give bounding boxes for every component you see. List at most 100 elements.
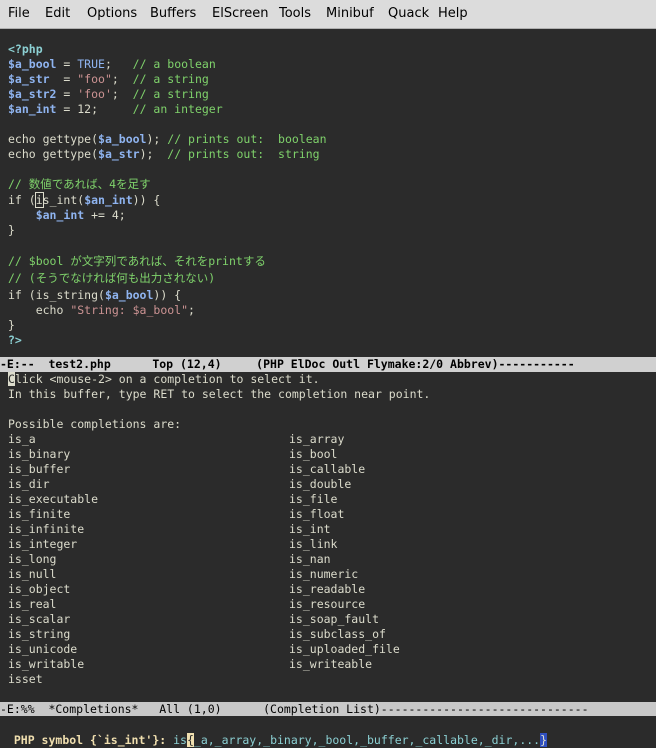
code-text: = bbox=[56, 87, 78, 101]
code-line: // (そうでなければ何も出力されない) bbox=[8, 271, 215, 286]
menu-elscreen[interactable]: ElScreen bbox=[212, 6, 269, 21]
comment: // (そうでなければ何も出力されない) bbox=[8, 271, 216, 285]
code-text: ; bbox=[188, 303, 195, 317]
completion-item[interactable]: is_writable bbox=[8, 657, 84, 672]
comment: // prints out: string bbox=[167, 147, 320, 161]
variable: $a_str bbox=[8, 72, 50, 86]
completion-item[interactable]: is_a bbox=[8, 432, 36, 447]
completion-item[interactable]: is_writeable bbox=[289, 657, 372, 672]
completion-item[interactable]: is_scalar bbox=[8, 612, 70, 627]
completion-item[interactable]: isset bbox=[8, 672, 43, 687]
variable: $a_str2 bbox=[8, 87, 57, 101]
code-text: ); bbox=[146, 132, 168, 146]
code-text: = bbox=[56, 57, 78, 71]
minibuffer-input[interactable]: is bbox=[173, 733, 187, 747]
code-line: // 数値であれば、4を足す bbox=[8, 177, 151, 192]
code-text: )) { bbox=[132, 193, 161, 207]
comment: // prints out: boolean bbox=[167, 132, 327, 146]
menu-minibuf[interactable]: Minibuf bbox=[326, 6, 374, 21]
string-literal: "String: $a_bool" bbox=[70, 303, 189, 317]
code-text: if ( bbox=[8, 193, 36, 207]
minibuffer-candidates: _a,_array,_binary,_bool,_buffer,_callabl… bbox=[193, 733, 541, 747]
completion-item[interactable]: is_integer bbox=[8, 537, 77, 552]
minibuffer-prompt: PHP symbol {`is_int'}: bbox=[13, 733, 174, 747]
completion-item[interactable]: is_subclass_of bbox=[289, 627, 386, 642]
code-text: ; bbox=[111, 72, 133, 86]
completion-item[interactable]: is_soap_fault bbox=[289, 612, 379, 627]
minibuffer-candidates-close: } bbox=[540, 733, 548, 747]
completion-item[interactable]: is_infinite bbox=[8, 522, 84, 537]
completion-item[interactable]: is_nan bbox=[289, 552, 331, 567]
code-text: ; bbox=[104, 57, 133, 71]
string-literal: "foo" bbox=[77, 72, 112, 86]
variable: $an_int bbox=[8, 102, 57, 116]
menu-options[interactable]: Options bbox=[87, 6, 137, 21]
code-text: } bbox=[8, 318, 15, 332]
completion-item[interactable]: is_bool bbox=[289, 447, 337, 462]
completion-item[interactable]: is_string bbox=[8, 627, 70, 642]
menu-edit[interactable]: Edit bbox=[45, 6, 70, 21]
completion-item[interactable]: is_executable bbox=[8, 492, 98, 507]
code-text: = bbox=[49, 72, 78, 86]
completion-item[interactable]: is_array bbox=[289, 432, 344, 447]
completion-item[interactable]: is_null bbox=[8, 567, 56, 582]
completion-item[interactable]: is_readable bbox=[289, 582, 365, 597]
completion-item[interactable]: is_long bbox=[8, 552, 56, 567]
code-line: } bbox=[8, 223, 15, 238]
php-close-tag: ?> bbox=[8, 333, 22, 347]
code-line: if (is_string($a_bool)) { bbox=[8, 288, 181, 303]
comment: // an integer bbox=[132, 102, 223, 116]
php-open-tag: <?php bbox=[8, 42, 43, 56]
comment: // a boolean bbox=[132, 57, 216, 71]
completion-item[interactable]: is_real bbox=[8, 597, 56, 612]
completion-item[interactable]: is_unicode bbox=[8, 642, 77, 657]
completion-item[interactable]: is_buffer bbox=[8, 462, 70, 477]
completion-item[interactable]: is_int bbox=[289, 522, 331, 537]
string-literal: 'foo' bbox=[77, 87, 112, 101]
completion-item[interactable]: is_callable bbox=[289, 462, 365, 477]
variable: $a_bool bbox=[104, 288, 154, 302]
menu-file[interactable]: File bbox=[8, 6, 30, 21]
completion-item[interactable]: is_dir bbox=[8, 477, 50, 492]
completion-item[interactable]: is_numeric bbox=[289, 567, 358, 582]
code-text: += 4; bbox=[84, 208, 126, 222]
minibuffer[interactable]: PHP symbol {`is_int'}: is{_a,_array,_bin… bbox=[0, 716, 656, 747]
completion-item[interactable]: is_double bbox=[289, 477, 351, 492]
code-line: echo "String: $a_bool"; bbox=[8, 303, 195, 318]
completions-header: Possible completions are: bbox=[8, 417, 182, 431]
menu-help[interactable]: Help bbox=[438, 6, 468, 21]
code-text: if (is_string( bbox=[8, 288, 105, 302]
completion-item[interactable]: is_file bbox=[289, 492, 337, 507]
code-line: <?php bbox=[8, 42, 43, 57]
completion-item[interactable]: is_object bbox=[8, 582, 70, 597]
variable: $a_str bbox=[98, 147, 140, 161]
comment: // 数値であれば、4を足す bbox=[8, 177, 151, 191]
text-cursor: C bbox=[8, 372, 15, 386]
completions-help-line: Click <mouse-2> on a completion to selec… bbox=[8, 372, 320, 387]
completion-item[interactable]: is_link bbox=[289, 537, 337, 552]
code-line: $an_int = 12; // an integer bbox=[8, 102, 223, 117]
code-line: echo gettype($a_str); // prints out: str… bbox=[8, 147, 320, 162]
code-editor-pane[interactable]: <?php $a_bool = TRUE; // a boolean $a_st… bbox=[0, 29, 656, 357]
modeline-code-buffer[interactable]: -E:-- test2.php Top (12,4) (PHP ElDoc Ou… bbox=[0, 357, 656, 372]
menu-tools[interactable]: Tools bbox=[279, 6, 311, 21]
menu-quack[interactable]: Quack bbox=[388, 6, 429, 21]
code-text: ); bbox=[139, 147, 168, 161]
variable: $a_bool bbox=[8, 57, 57, 71]
variable: $an_int bbox=[35, 208, 85, 222]
variable: $a_bool bbox=[98, 132, 147, 146]
completion-item[interactable]: is_resource bbox=[289, 597, 365, 612]
code-text: } bbox=[8, 223, 15, 237]
menu-buffers[interactable]: Buffers bbox=[150, 6, 196, 21]
variable: $an_int bbox=[84, 193, 133, 207]
modeline-completions[interactable]: -E:%% *Completions* All (1,0) (Completio… bbox=[0, 702, 656, 717]
completion-item[interactable]: is_float bbox=[289, 507, 344, 522]
completion-item[interactable]: is_uploaded_file bbox=[289, 642, 400, 657]
completion-item[interactable]: is_binary bbox=[8, 447, 70, 462]
help-text: lick <mouse-2> on a completion to select… bbox=[14, 372, 320, 386]
code-line: $an_int += 4; bbox=[8, 208, 126, 223]
completion-item[interactable]: is_finite bbox=[8, 507, 70, 522]
text-cursor: i bbox=[34, 192, 44, 208]
completions-pane[interactable]: Click <mouse-2> on a completion to selec… bbox=[0, 372, 656, 702]
